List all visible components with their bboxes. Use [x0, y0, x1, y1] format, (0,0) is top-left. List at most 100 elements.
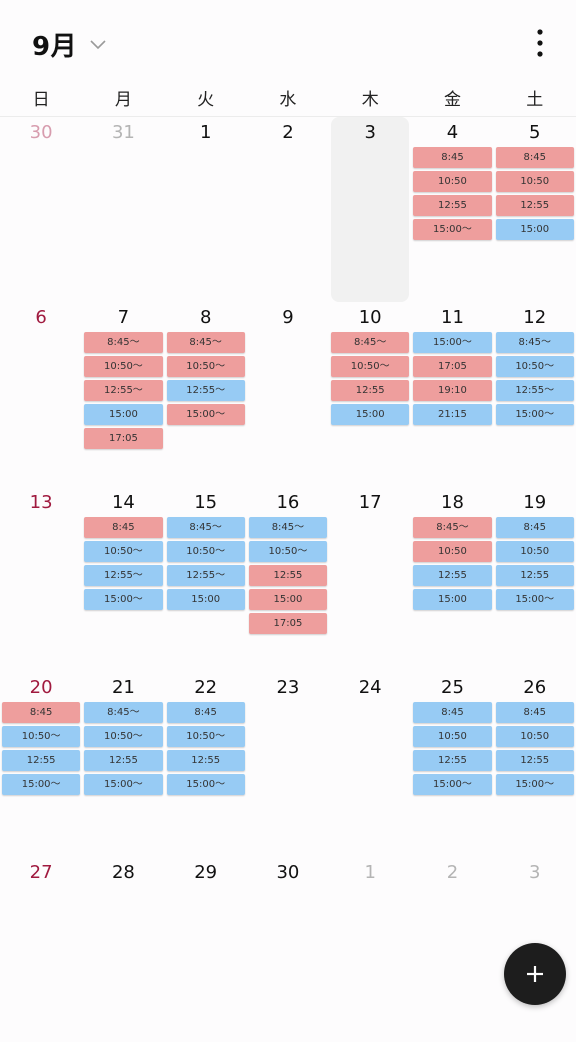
event-chip[interactable]: 8:45〜	[248, 517, 328, 538]
day-cell[interactable]: 20 8:45 10:50〜 12:55 15:00〜	[0, 672, 82, 857]
event-chip[interactable]: 10:50	[413, 541, 492, 562]
event-chip[interactable]: 8:45〜	[84, 702, 163, 723]
event-chip[interactable]: 8:45	[495, 702, 574, 723]
day-cell[interactable]: 9	[247, 302, 329, 487]
event-chip[interactable]: 8:45	[413, 702, 492, 723]
event-chip[interactable]: 12:55〜	[166, 380, 245, 401]
event-chip[interactable]: 10:50〜	[84, 541, 163, 562]
event-chip[interactable]: 12:55〜	[166, 565, 245, 586]
event-chip[interactable]: 10:50〜	[166, 726, 245, 747]
add-event-button[interactable]	[504, 943, 566, 1005]
event-chip[interactable]: 17:05	[248, 613, 328, 634]
event-chip[interactable]: 15:00	[84, 404, 163, 425]
day-cell-today[interactable]: 3	[329, 117, 411, 302]
event-chip[interactable]: 8:45〜	[413, 517, 492, 538]
event-chip[interactable]: 15:00〜	[495, 589, 574, 610]
day-cell[interactable]: 28	[82, 857, 164, 1042]
day-cell[interactable]: 16 8:45〜 10:50〜 12:55 15:00 17:05	[247, 487, 329, 672]
day-cell[interactable]: 21 8:45〜 10:50〜 12:55 15:00〜	[82, 672, 164, 857]
month-selector[interactable]: 9月	[32, 26, 107, 62]
event-chip[interactable]: 12:55〜	[84, 565, 163, 586]
event-chip[interactable]: 15:00	[331, 404, 410, 425]
event-chip[interactable]: 8:45〜	[84, 332, 163, 353]
event-chip[interactable]: 15:00〜	[495, 774, 574, 795]
event-chip[interactable]: 8:45〜	[495, 332, 574, 353]
event-chip[interactable]: 15:00〜	[84, 774, 163, 795]
day-cell[interactable]: 6	[0, 302, 82, 487]
event-chip[interactable]: 12:55〜	[84, 380, 163, 401]
event-chip[interactable]: 10:50	[495, 541, 574, 562]
day-cell[interactable]: 24	[329, 672, 411, 857]
event-chip[interactable]: 8:45〜	[166, 332, 245, 353]
day-cell[interactable]: 30	[0, 117, 82, 302]
event-chip[interactable]: 8:45	[84, 517, 163, 538]
event-chip[interactable]: 12:55	[84, 750, 163, 771]
day-cell[interactable]: 17	[329, 487, 411, 672]
event-chip[interactable]: 10:50〜	[84, 356, 163, 377]
event-chip[interactable]: 12:55	[413, 195, 492, 216]
event-chip[interactable]: 17:05	[84, 428, 163, 449]
event-chip[interactable]: 12:55	[495, 195, 574, 216]
event-chip[interactable]: 15:00	[413, 589, 492, 610]
day-cell[interactable]: 15 8:45〜 10:50〜 12:55〜 15:00	[165, 487, 247, 672]
event-chip[interactable]: 8:45〜	[331, 332, 410, 353]
day-cell[interactable]: 26 8:45 10:50 12:55 15:00〜	[494, 672, 576, 857]
event-chip[interactable]: 15:00〜	[495, 404, 574, 425]
event-chip[interactable]: 10:50	[495, 171, 574, 192]
event-chip[interactable]: 12:55	[495, 565, 574, 586]
event-chip[interactable]: 12:55	[495, 750, 574, 771]
event-chip[interactable]: 8:45	[495, 517, 574, 538]
event-chip[interactable]: 12:55	[413, 565, 492, 586]
event-chip[interactable]: 10:50〜	[495, 356, 574, 377]
day-cell[interactable]: 25 8:45 10:50 12:55 15:00〜	[411, 672, 493, 857]
event-chip[interactable]: 15:00〜	[166, 774, 245, 795]
event-chip[interactable]: 12:55	[248, 565, 328, 586]
day-cell[interactable]: 11 15:00〜 17:05 19:10 21:15	[411, 302, 493, 487]
event-chip[interactable]: 10:50	[413, 726, 492, 747]
event-chip[interactable]: 15:00〜	[84, 589, 163, 610]
day-cell[interactable]: 30	[247, 857, 329, 1042]
event-chip[interactable]: 10:50	[413, 171, 492, 192]
event-chip[interactable]: 12:55	[2, 750, 81, 771]
day-cell[interactable]: 1	[329, 857, 411, 1042]
event-chip[interactable]: 8:45	[495, 147, 574, 168]
event-chip[interactable]: 15:00〜	[413, 774, 492, 795]
day-cell[interactable]: 8 8:45〜 10:50〜 12:55〜 15:00〜	[165, 302, 247, 487]
event-chip[interactable]: 10:50〜	[2, 726, 81, 747]
day-cell[interactable]: 14 8:45 10:50〜 12:55〜 15:00〜	[82, 487, 164, 672]
day-cell[interactable]: 31	[82, 117, 164, 302]
event-chip[interactable]: 12:55	[166, 750, 245, 771]
event-chip[interactable]: 8:45	[2, 702, 81, 723]
event-chip[interactable]: 10:50〜	[248, 541, 328, 562]
event-chip[interactable]: 8:45	[413, 147, 492, 168]
event-chip[interactable]: 15:00〜	[166, 404, 245, 425]
event-chip[interactable]: 10:50〜	[84, 726, 163, 747]
day-cell[interactable]: 27	[0, 857, 82, 1042]
event-chip[interactable]: 17:05	[413, 356, 492, 377]
more-vert-icon[interactable]	[532, 28, 548, 60]
event-chip[interactable]: 15:00	[495, 219, 574, 240]
event-chip[interactable]: 10:50〜	[166, 356, 245, 377]
event-chip[interactable]: 10:50〜	[166, 541, 245, 562]
event-chip[interactable]: 10:50	[495, 726, 574, 747]
event-chip[interactable]: 15:00	[248, 589, 328, 610]
event-chip[interactable]: 15:00	[166, 589, 245, 610]
day-cell[interactable]: 23	[247, 672, 329, 857]
event-chip[interactable]: 12:55〜	[495, 380, 574, 401]
day-cell[interactable]: 10 8:45〜 10:50〜 12:55 15:00	[329, 302, 411, 487]
day-cell[interactable]: 19 8:45 10:50 12:55 15:00〜	[494, 487, 576, 672]
day-cell[interactable]: 4 8:45 10:50 12:55 15:00〜	[411, 117, 493, 302]
day-cell[interactable]: 22 8:45 10:50〜 12:55 15:00〜	[165, 672, 247, 857]
day-cell[interactable]: 2	[411, 857, 493, 1042]
day-cell[interactable]: 18 8:45〜 10:50 12:55 15:00	[411, 487, 493, 672]
event-chip[interactable]: 19:10	[413, 380, 492, 401]
event-chip[interactable]: 21:15	[413, 404, 492, 425]
day-cell[interactable]: 2	[247, 117, 329, 302]
event-chip[interactable]: 10:50〜	[331, 356, 410, 377]
event-chip[interactable]: 12:55	[413, 750, 492, 771]
day-cell[interactable]: 5 8:45 10:50 12:55 15:00	[494, 117, 576, 302]
event-chip[interactable]: 15:00〜	[413, 219, 492, 240]
day-cell[interactable]: 13	[0, 487, 82, 672]
event-chip[interactable]: 8:45	[166, 702, 245, 723]
event-chip[interactable]: 15:00〜	[413, 332, 492, 353]
